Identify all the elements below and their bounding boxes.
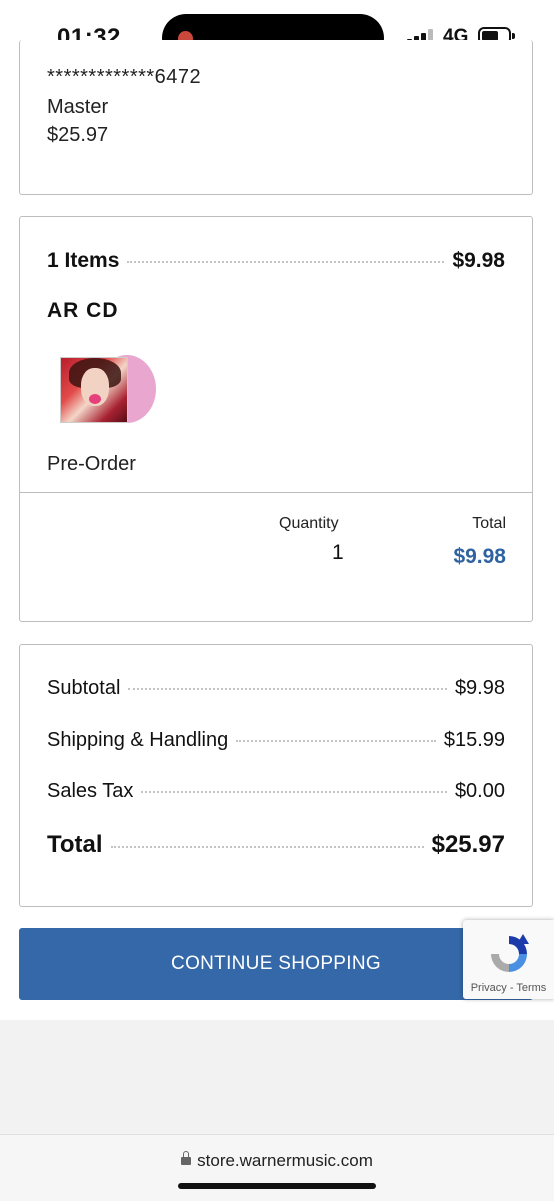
total-label: Total (472, 515, 506, 532)
dot-leader (141, 791, 447, 793)
grand-total-label: Total (47, 831, 103, 858)
payment-amount: $25.97 (47, 124, 109, 146)
shipping-label: Shipping & Handling (47, 729, 229, 751)
dot-leader (110, 846, 424, 848)
url-display[interactable]: store.warnermusic.com (0, 1151, 554, 1171)
continue-shopping-button[interactable]: CONTINUE SHOPPING (19, 928, 533, 1000)
dot-leader (128, 688, 447, 690)
card-type: Master (47, 96, 109, 118)
card-number: *************6472 (47, 66, 202, 88)
subtotal-value: $9.98 (454, 677, 505, 699)
recaptcha-badge[interactable]: Privacy - Terms (463, 920, 554, 999)
product-thumbnail[interactable] (60, 355, 156, 425)
items-count: 1 Items (47, 249, 120, 272)
items-total: $9.98 (452, 249, 505, 272)
page-footer-area (0, 1020, 554, 1134)
subtotal-row: Subtotal $9.98 (47, 677, 505, 700)
order-summary-card: Subtotal $9.98 Shipping & Handling $15.9… (19, 644, 533, 907)
dot-leader (127, 261, 445, 263)
total-row: Total $25.97 (47, 831, 505, 859)
product-name: AR CD (47, 299, 119, 322)
tax-value: $0.00 (454, 780, 505, 802)
quantity-label: Quantity (279, 515, 339, 532)
recaptcha-links[interactable]: Privacy - Terms (463, 982, 554, 994)
line-total: $9.98 (453, 545, 506, 568)
url-text: store.warnermusic.com (197, 1151, 373, 1170)
shipping-value: $15.99 (443, 729, 505, 751)
lock-icon (181, 1151, 192, 1165)
payment-card: *************6472 Master $25.97 (19, 40, 533, 195)
quantity-value: 1 (332, 541, 344, 564)
divider (20, 492, 532, 493)
shipping-row: Shipping & Handling $15.99 (47, 729, 505, 752)
browser-url-bar[interactable]: store.warnermusic.com (0, 1134, 554, 1201)
subtotal-label: Subtotal (47, 677, 121, 699)
tax-row: Sales Tax $0.00 (47, 780, 505, 803)
grand-total-value: $25.97 (431, 831, 505, 858)
order-items-card: 1 Items $9.98 AR CD Pre-Order Quantity 1… (19, 216, 533, 622)
preorder-status: Pre-Order (47, 453, 136, 475)
album-cover-image (60, 357, 128, 423)
tax-label: Sales Tax (47, 780, 134, 802)
home-indicator[interactable] (178, 1183, 376, 1189)
items-row: 1 Items $9.98 (47, 249, 505, 273)
recaptcha-icon (491, 934, 529, 972)
dot-leader (236, 740, 436, 742)
